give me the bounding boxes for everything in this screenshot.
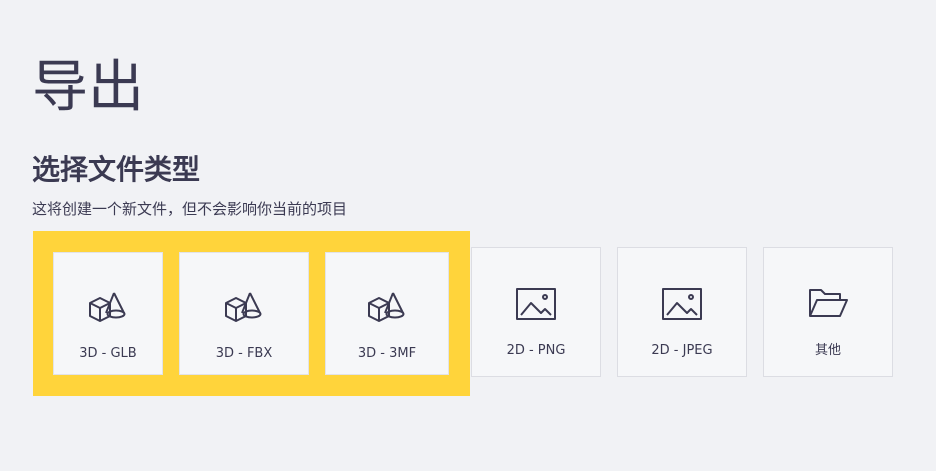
folder-open-icon <box>806 284 850 324</box>
file-type-label: 2D - PNG <box>506 343 566 358</box>
file-type-label: 3D - 3MF <box>357 346 417 361</box>
export-page: 导出 选择文件类型 这将创建一个新文件，但不会影响你当前的项目 3D - GLB… <box>0 0 936 471</box>
file-type-3d-fbx[interactable]: 3D - FBX <box>179 252 309 375</box>
3d-shapes-icon <box>365 289 409 329</box>
image-icon <box>660 284 704 324</box>
3d-shapes-icon <box>86 289 130 329</box>
file-type-3d-3mf[interactable]: 3D - 3MF <box>325 252 449 375</box>
page-title: 导出 <box>32 55 144 120</box>
file-type-label: 其他 <box>814 343 841 358</box>
file-type-other[interactable]: 其他 <box>763 247 893 377</box>
section-title: 选择文件类型 <box>32 153 201 186</box>
file-type-label: 2D - JPEG <box>651 343 713 358</box>
image-icon <box>514 284 558 324</box>
section-description: 这将创建一个新文件，但不会影响你当前的项目 <box>32 200 348 218</box>
file-type-2d-jpeg[interactable]: 2D - JPEG <box>617 247 747 377</box>
3d-shapes-icon <box>222 289 266 329</box>
file-type-3d-glb[interactable]: 3D - GLB <box>53 252 163 375</box>
file-type-2d-png[interactable]: 2D - PNG <box>471 247 601 377</box>
file-type-label: 3D - FBX <box>215 346 273 361</box>
file-type-label: 3D - GLB <box>79 346 137 361</box>
